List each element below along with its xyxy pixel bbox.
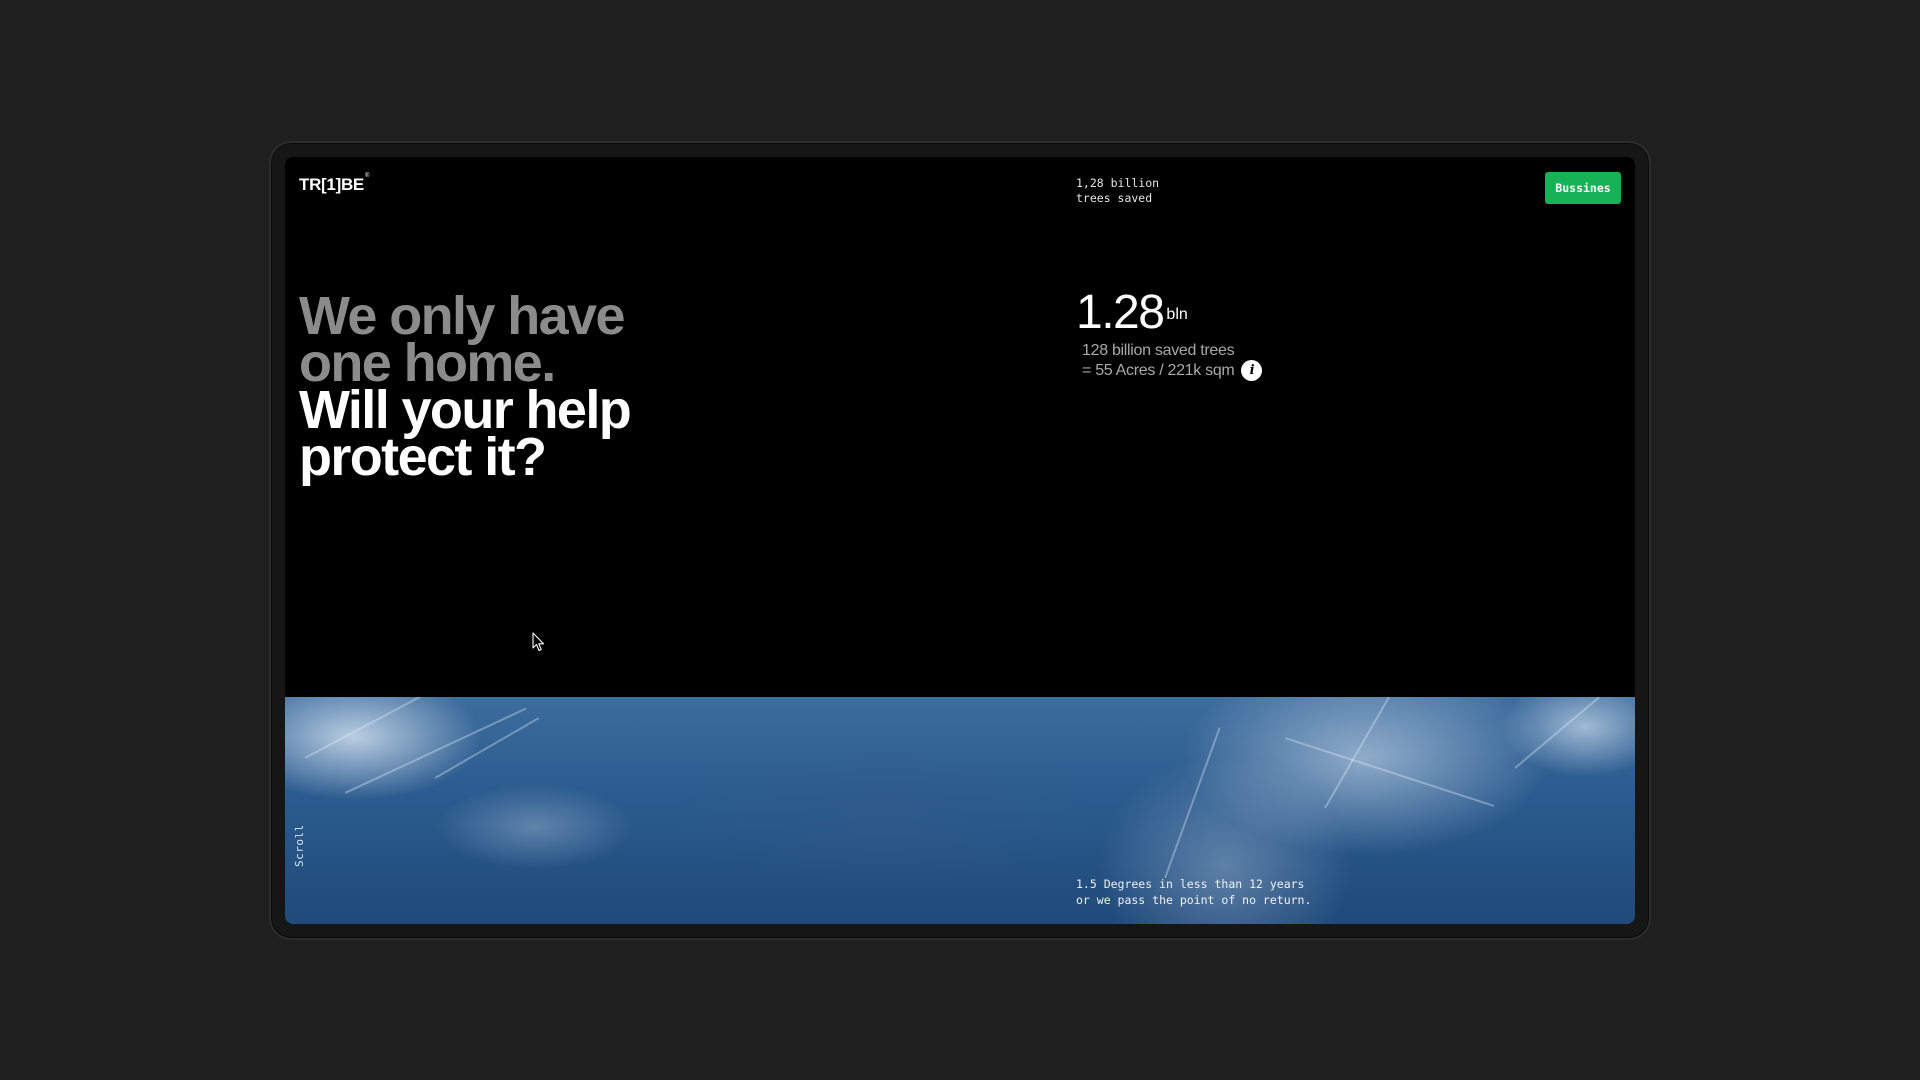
stat-value: 1.28 — [1076, 286, 1165, 339]
climate-caption: 1.5 Degrees in less than 12 years or we … — [1076, 877, 1312, 907]
scroll-indicator[interactable]: Scroll — [293, 824, 306, 867]
stat-desc-line-2: = 55 Acres / 221k sqm — [1082, 362, 1235, 379]
cloud-streak — [1324, 697, 1416, 809]
mouse-cursor-icon — [532, 632, 545, 652]
cloud-streak — [1164, 727, 1221, 879]
stat-description: 128 billion saved trees = 55 Acres / 221… — [1082, 341, 1263, 381]
trees-saved-counter: 1,28 billion trees saved — [1076, 176, 1160, 205]
stat-unit: bln — [1166, 306, 1188, 323]
stat-value-wrap: 1.28 bln — [1076, 287, 1262, 339]
logo-text: TR[1]BE — [299, 175, 364, 194]
stat-desc-line-1: 128 billion saved trees — [1082, 342, 1235, 359]
cloud-streak — [1514, 697, 1600, 769]
logo[interactable]: TR[1]BE® — [299, 173, 370, 195]
trees-stat: 1.28 bln 128 billion saved trees = 55 Acr… — [1076, 287, 1263, 381]
browser-viewport: TR[1]BE® 1,28 billion trees saved Bussin… — [285, 157, 1635, 924]
headline-line-4: protect it? — [299, 427, 547, 487]
earth-image — [285, 697, 1635, 924]
logo-mark: ® — [364, 173, 370, 179]
info-icon[interactable]: i — [1241, 360, 1263, 381]
hero-headline: We only have one home. Will your help pr… — [299, 289, 632, 487]
cloud-streak — [1284, 737, 1495, 807]
cloud-streak — [304, 697, 447, 759]
business-button[interactable]: Bussines — [1545, 172, 1621, 204]
stat-desc-row: = 55 Acres / 221k sqm i — [1082, 360, 1263, 381]
